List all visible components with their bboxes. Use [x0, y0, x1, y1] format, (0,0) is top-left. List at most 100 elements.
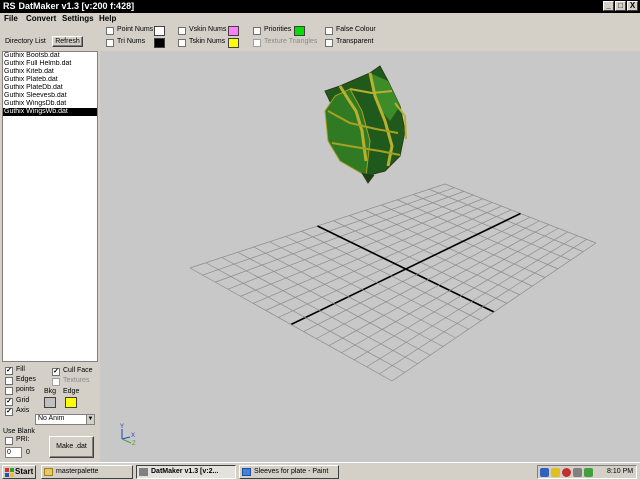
refresh-button[interactable]: Refresh — [52, 36, 83, 47]
animation-select[interactable]: No Anim ▼ — [35, 414, 95, 425]
tskin-nums-checkbox[interactable] — [178, 39, 186, 47]
grid-line — [189, 267, 393, 382]
menu-bar: File Convert Settings Help — [0, 13, 640, 25]
tri-nums-checkbox[interactable] — [106, 39, 114, 47]
start-button[interactable]: Start — [2, 465, 36, 479]
fill-label: Fill — [16, 366, 25, 373]
floor-grid — [189, 183, 597, 382]
network-icon[interactable] — [540, 468, 549, 477]
monitor-icon[interactable] — [584, 468, 593, 477]
task-label: Sleeves for plate - Paint — [254, 468, 329, 475]
cull-face-checkbox[interactable]: ✓ — [52, 368, 60, 376]
grid-checkbox[interactable]: ✓ — [5, 398, 13, 406]
pri-checkbox[interactable] — [5, 437, 13, 445]
file-item[interactable]: Guthix PlateDb.dat — [3, 84, 97, 92]
system-tray: 8:10 PM — [537, 465, 637, 479]
task-label: DatMaker v1.3 [v:2... — [151, 468, 219, 475]
grid-line — [285, 236, 469, 330]
viewport-canvas[interactable]: Y X Z — [100, 51, 640, 462]
task-paint[interactable]: Sleeves for plate - Paint — [239, 465, 339, 479]
fill-checkbox[interactable]: ✓ — [5, 367, 13, 375]
chevron-down-icon[interactable]: ▼ — [86, 415, 94, 424]
pri-input[interactable]: 0 — [5, 447, 22, 458]
menu-settings[interactable]: Settings — [62, 14, 94, 23]
tri-nums-color-swatch[interactable] — [154, 38, 165, 48]
vskin-nums-checkbox[interactable] — [178, 27, 186, 35]
directory-file-list[interactable]: Guthix Bootsb.dat Guthix Full Helmb.dat … — [2, 51, 98, 362]
file-item[interactable]: Guthix Full Helmb.dat — [3, 60, 97, 68]
textures-checkbox[interactable] — [52, 378, 60, 386]
menu-help[interactable]: Help — [99, 14, 116, 23]
transparent-label: Transparent — [336, 38, 374, 45]
axis-y-label: Y — [120, 424, 124, 430]
speaker-icon[interactable] — [573, 468, 582, 477]
window-title: RS DatMaker v1.3 [v:200 f:428] — [3, 1, 134, 11]
axis-label: Axis — [16, 407, 30, 414]
texture-triangles-checkbox[interactable] — [253, 39, 261, 47]
task-label: masterpalette — [56, 468, 99, 475]
background-color-swatch[interactable] — [44, 397, 56, 408]
point-nums-color-swatch[interactable] — [154, 26, 165, 36]
grid-line — [253, 246, 444, 347]
texture-triangles-label: Texture Triangles — [264, 38, 318, 45]
pri-label: PRI: — [16, 436, 30, 443]
directory-list-label: Directory List — [5, 38, 46, 45]
points-checkbox[interactable] — [5, 387, 13, 395]
app-icon — [139, 468, 148, 476]
windows-logo-icon — [5, 468, 14, 477]
grid-label: Grid — [16, 397, 30, 404]
make-dat-button[interactable]: Make .dat — [49, 436, 94, 458]
wings-model — [324, 65, 407, 184]
axis-gizmo: Y X Z — [120, 424, 136, 447]
axis-z-label: Z — [132, 441, 136, 447]
folder-icon — [44, 468, 53, 476]
transparent-checkbox[interactable] — [325, 39, 333, 47]
file-item[interactable]: Guthix WingsDb.dat — [3, 100, 97, 108]
clock: 8:10 PM — [607, 468, 634, 475]
vskin-nums-label: Vskin Nums — [189, 26, 227, 33]
menu-convert[interactable]: Convert — [26, 14, 56, 23]
menu-file[interactable]: File — [4, 14, 18, 23]
grid-line — [366, 235, 578, 368]
grid-line — [205, 262, 405, 373]
file-item-selected[interactable]: Guthix WingsWb.dat — [3, 108, 97, 116]
false-colour-label: False Colour — [336, 26, 376, 33]
grid-line — [353, 231, 568, 361]
toolbar: Directory List Refresh Point Nums Tri Nu… — [0, 25, 640, 50]
bkg-label: Bkg — [44, 388, 57, 395]
false-colour-checkbox[interactable] — [325, 27, 333, 35]
file-item[interactable]: Guthix Kiteb.dat — [3, 68, 97, 76]
shield-icon[interactable] — [551, 468, 560, 477]
axis-checkbox[interactable]: ✓ — [5, 408, 13, 416]
title-bar: RS DatMaker v1.3 [v:200 f:428] _ □ X — [0, 0, 640, 13]
axis-x-label: X — [131, 433, 135, 439]
point-nums-checkbox[interactable] — [106, 27, 114, 35]
edge-label: Edge — [63, 388, 80, 395]
antivirus-icon[interactable] — [562, 468, 571, 477]
3d-viewport[interactable]: Y X Z — [100, 51, 640, 462]
paint-icon — [242, 468, 251, 476]
window-title-text: DatMaker v1.3 [v:200 f:428] — [18, 1, 135, 11]
points-label: points — [16, 386, 35, 393]
point-nums-label: Point Nums — [117, 26, 154, 33]
edge-color-swatch[interactable] — [65, 397, 77, 408]
vskin-nums-color-swatch[interactable] — [228, 26, 239, 36]
grid-line — [379, 239, 587, 375]
maximize-button[interactable]: □ — [615, 1, 626, 11]
priorities-color-swatch[interactable] — [294, 26, 305, 36]
close-button[interactable]: X — [627, 1, 638, 11]
file-item[interactable]: Guthix Plateb.dat — [3, 76, 97, 84]
app-logo: RS — [3, 1, 16, 11]
grid-line — [391, 242, 597, 382]
priorities-checkbox[interactable] — [253, 27, 261, 35]
edges-checkbox[interactable] — [5, 377, 13, 385]
file-item[interactable]: Guthix Sleevesb.dat — [3, 92, 97, 100]
grid-line — [221, 257, 418, 365]
task-masterpalette[interactable]: masterpalette — [41, 465, 133, 479]
grid-line — [269, 241, 456, 339]
tskin-nums-color-swatch[interactable] — [228, 38, 239, 48]
task-datmaker[interactable]: DatMaker v1.3 [v:2... — [136, 465, 236, 479]
minimize-button[interactable]: _ — [603, 1, 614, 11]
tskin-nums-label: Tskin Nums — [189, 38, 226, 45]
file-item[interactable]: Guthix Bootsb.dat — [3, 52, 97, 60]
